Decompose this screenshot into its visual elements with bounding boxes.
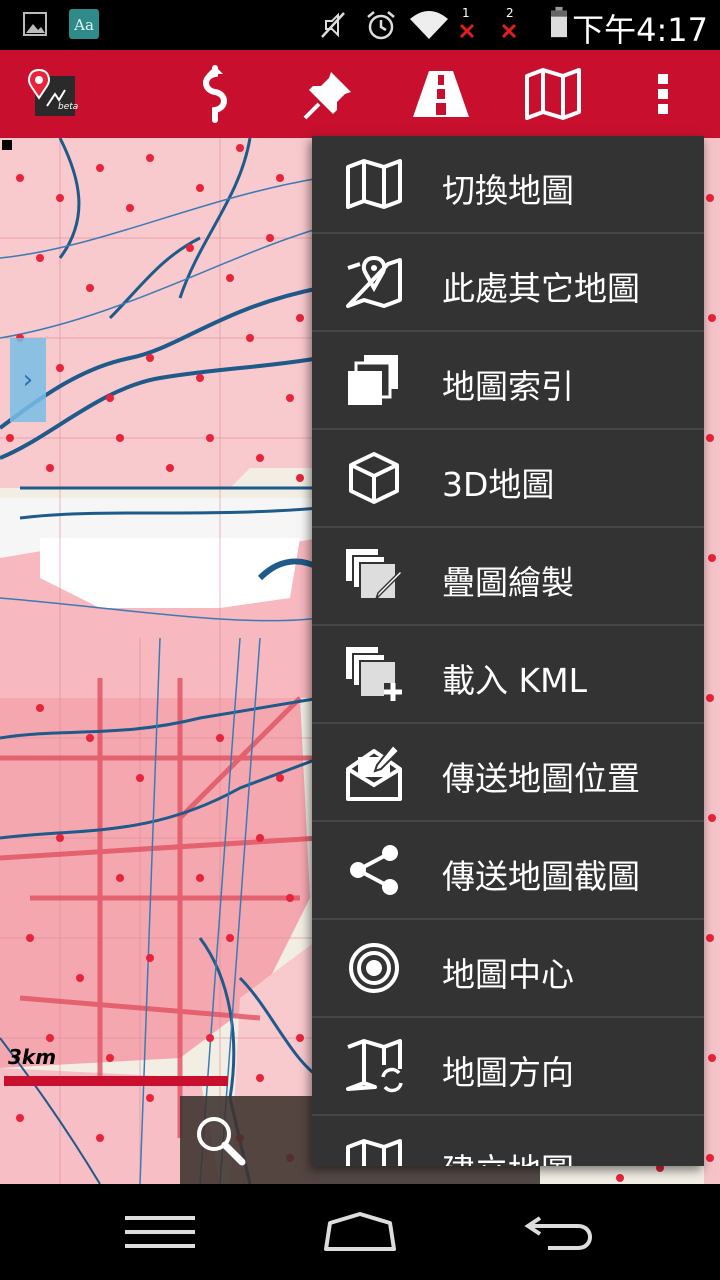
map-corner-marker [2,140,12,150]
menu-item-label: 地圖索引 [442,367,574,406]
menu-item-label: 此處其它地圖 [442,269,640,308]
menu-item-switch-map[interactable]: 切換地圖 [312,136,704,234]
map-marker-icon [344,254,404,310]
dictionary-app-icon: Aa [69,9,99,39]
scale-bar [4,1076,228,1086]
menu-icon [125,1216,195,1248]
home-icon [324,1212,396,1251]
layers-icon [344,352,404,408]
home-button[interactable] [300,1198,420,1266]
route-button[interactable] [170,50,260,138]
menu-item-label: 切換地圖 [442,171,574,210]
app-logo-icon [28,68,75,116]
sim2-label: 2 [506,6,514,20]
map-icon [344,156,404,212]
menu-item-label: 地圖中心 [442,955,574,994]
status-time: 下午4:17 [572,11,708,49]
scale-label: 3km [8,1045,57,1069]
battery-icon [551,6,567,38]
road-button[interactable] [396,50,486,138]
mail-icon [344,743,404,801]
side-drawer-tab[interactable]: › [10,338,46,422]
menu-item-map-center[interactable]: 地圖中心 [312,920,704,1018]
logo-caption: beta [58,102,79,112]
menu-item-other-maps-here[interactable]: 此處其它地圖 [312,234,704,332]
sim1-label: 1 [462,6,470,20]
nav-bar [0,1184,720,1280]
menu-item-label: 載入 KML [442,661,587,700]
menu-item-label: 建立地圖 [442,1144,574,1166]
route-icon [203,65,227,123]
screen: Aa 1 2 下午4:17 beta › 3km 切換地圖 此處其它地圖 地圖索… [0,0,720,1280]
menu-item-send-map-location[interactable]: 傳送地圖位置 [312,724,704,822]
no-signal-icon [459,23,475,39]
menu-item-load-kml[interactable]: 載入 KML [312,626,704,724]
pin-icon [303,72,351,120]
sim1-signal: 1 [456,6,478,46]
share-icon [344,842,404,898]
back-button[interactable] [500,1198,620,1266]
no-signal-icon [501,23,517,39]
map-rotate-icon [344,1038,404,1094]
svg-text:Aa: Aa [73,16,94,34]
menu-item-map-index[interactable]: 地圖索引 [312,332,704,430]
overflow-menu: 切換地圖 此處其它地圖 地圖索引 3D地圖 疊圖繪製 載入 KML 傳送地圖位置… [312,136,704,1166]
menu-item-label: 3D地圖 [442,465,555,504]
app-logo[interactable]: beta [8,50,98,138]
wifi-icon [410,11,448,39]
menu-item-send-map-screenshot[interactable]: 傳送地圖截圖 [312,822,704,920]
menu-item-label: 地圖方向 [442,1053,574,1092]
menu-item-map-orientation[interactable]: 地圖方向 [312,1018,704,1116]
layers-edit-icon [344,548,404,604]
search-icon [197,1117,246,1166]
cube-icon [344,450,404,506]
menu-item-overlay-draw[interactable]: 疊圖繪製 [312,528,704,626]
menu-item-3d-map[interactable]: 3D地圖 [312,430,704,528]
menu-item-label: 傳送地圖截圖 [442,857,640,896]
overflow-menu-icon [658,74,668,114]
map-icon [344,1136,404,1166]
action-bar: beta [0,50,720,138]
chevron-right-icon: › [22,365,34,395]
layers-add-icon [344,646,404,702]
target-icon [344,940,404,996]
back-icon [524,1216,592,1250]
menu-item-label: 傳送地圖位置 [442,759,640,798]
mute-icon [321,12,345,38]
menu-item-label: 疊圖繪製 [442,563,574,602]
gallery-icon [23,12,47,36]
alarm-icon [367,11,395,40]
pin-button[interactable] [284,50,374,138]
search-button[interactable] [188,1108,252,1172]
road-icon [413,71,469,117]
recent-apps-button[interactable] [100,1198,220,1266]
menu-item-create-map[interactable]: 建立地圖 [312,1116,704,1166]
sim2-signal: 2 [498,6,520,46]
status-bar: Aa 1 2 下午4:17 [0,0,720,50]
map-button[interactable] [508,50,598,138]
overflow-menu-button[interactable] [618,50,708,138]
map-icon [525,68,581,120]
